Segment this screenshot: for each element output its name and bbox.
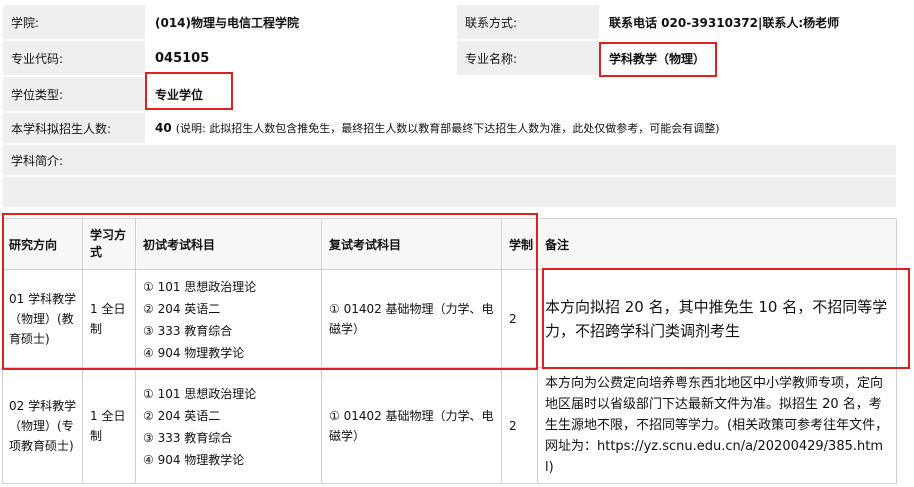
row2-duration: 2 (503, 369, 537, 483)
college-value: (014)物理与电信工程学院 (147, 5, 455, 39)
contact-label: 联系方式: (457, 5, 599, 39)
highlight-remarks (542, 268, 910, 369)
highlight-major-name (599, 42, 717, 77)
intro-body (3, 177, 896, 207)
college-label: 学院: (3, 5, 145, 39)
contact-value: 联系电话 020-39310372|联系人:杨老师 (601, 5, 896, 39)
intro-label: 学科简介: (3, 145, 896, 175)
enroll-note: (说明: 此拟招生人数包含推免生，最终招生人数以教育部最终下达招生人数为准，此处… (175, 122, 720, 135)
row2-remarks: 本方向为公费定向培养粤东西北地区中小学教师专项，定向地区届时以省级部门下达最新文… (539, 369, 896, 483)
prelim-subject: ② 204 英语二 (143, 409, 221, 423)
header-remarks: 备注 (539, 219, 896, 269)
row2-prelim: ① 101 思想政治理论 ② 204 英语二 ③ 333 教育综合 ④ 904 … (137, 369, 321, 483)
major-name-label: 专业名称: (457, 41, 599, 75)
enroll-value: 40 (说明: 此拟招生人数包含推免生，最终招生人数以教育部最终下达招生人数为准… (147, 113, 896, 143)
major-code-label: 专业代码: (3, 41, 145, 75)
enroll-count: 40 (155, 121, 172, 135)
row2-study-mode: 1 全日制 (84, 369, 135, 483)
enroll-label: 本学科拟招生人数: (3, 113, 145, 143)
major-code-value: 045105 (147, 41, 455, 75)
row2-retest: ① 01402 基础物理（力学、电磁学） (323, 369, 501, 483)
prelim-subject: ④ 904 物理教学论 (143, 453, 245, 467)
highlight-degree-type (145, 72, 233, 110)
degree-type-label: 学位类型: (3, 77, 145, 111)
row2-direction: 02 学科教学（物理）(专项教育硕士) (3, 369, 82, 483)
highlight-direction-row (2, 213, 538, 370)
prelim-subject: ① 101 思想政治理论 (143, 387, 257, 401)
degree-type-value: 专业学位 (147, 77, 896, 111)
prelim-subject: ③ 333 教育综合 (143, 431, 233, 445)
